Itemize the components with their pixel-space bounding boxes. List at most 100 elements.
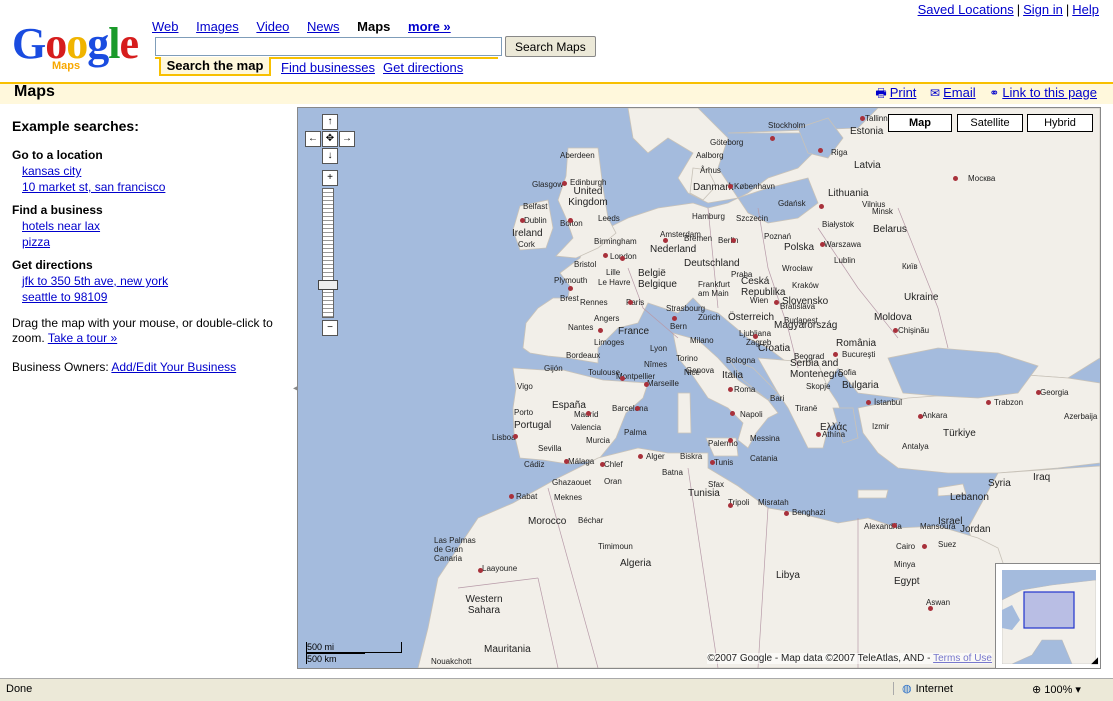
- map-scale: 500 mi 500 km: [306, 642, 402, 664]
- add-edit-business-link[interactable]: Add/Edit Your Business: [111, 360, 236, 374]
- help-link[interactable]: Help: [1072, 2, 1099, 17]
- chain-link-icon[interactable]: ⚭: [989, 86, 999, 100]
- nav-news[interactable]: News: [307, 19, 340, 34]
- sidebar-heading: Example searches:: [12, 118, 139, 134]
- saved-locations-link[interactable]: Saved Locations: [918, 2, 1014, 17]
- map-city: Biskra: [680, 452, 703, 461]
- nav-web[interactable]: Web: [152, 19, 179, 34]
- map-city: Belfast: [523, 202, 548, 211]
- pan-right-arrow-icon[interactable]: →: [339, 131, 355, 147]
- map-city: Izmir: [872, 422, 890, 431]
- overview-map-view[interactable]: [1002, 570, 1096, 664]
- city-dot: [728, 184, 733, 189]
- city-dot: [820, 242, 825, 247]
- map-city: Bordeaux: [566, 351, 601, 360]
- print-link[interactable]: Print: [890, 85, 917, 100]
- sign-in-link[interactable]: Sign in: [1023, 2, 1063, 17]
- envelope-icon[interactable]: ✉: [930, 86, 940, 100]
- map-city: Laayoune: [482, 564, 518, 573]
- city-dot: [866, 400, 871, 405]
- map-type-map-button[interactable]: Map: [888, 114, 952, 132]
- map-city: Mansoura: [920, 522, 956, 531]
- pan-center-icon[interactable]: ✥: [322, 131, 338, 147]
- example-link-market-st[interactable]: 10 market st, san francisco: [22, 180, 282, 194]
- overview-map[interactable]: ◢: [995, 563, 1100, 668]
- map-city: Vigo: [517, 382, 533, 391]
- city-dot: [728, 503, 733, 508]
- map-city: Catania: [750, 454, 778, 463]
- printer-icon[interactable]: 🖶: [875, 84, 886, 105]
- email-link[interactable]: Email: [943, 85, 976, 100]
- map-label: Österreich: [728, 312, 775, 323]
- zoom-out-button[interactable]: −: [322, 320, 338, 336]
- section-title-directions: Get directions: [12, 258, 93, 272]
- take-a-tour-link[interactable]: Take a tour »: [48, 331, 117, 345]
- map-city: Brest: [560, 294, 579, 303]
- map-type-hybrid-button[interactable]: Hybrid: [1027, 114, 1093, 132]
- map-label: Ukraine: [904, 292, 939, 303]
- zoom-slider-track[interactable]: [322, 188, 334, 318]
- example-link-hotels[interactable]: hotels near lax: [22, 219, 282, 233]
- zoom-slider-thumb[interactable]: [318, 280, 338, 290]
- city-dot: [564, 459, 569, 464]
- map-city: Oran: [604, 477, 622, 486]
- map-city: Cairo: [896, 542, 916, 551]
- example-link-pizza[interactable]: pizza: [22, 235, 282, 249]
- city-dot: [860, 116, 865, 121]
- city-dot: [568, 286, 573, 291]
- map-city: Bari: [770, 394, 785, 403]
- map-city: Limoges: [594, 338, 625, 347]
- google-maps-logo[interactable]: Google Maps: [12, 22, 142, 74]
- nav-more[interactable]: more »: [408, 19, 451, 34]
- pan-up-arrow-icon[interactable]: ↑: [322, 114, 338, 130]
- map-city: Nîmes: [644, 360, 668, 369]
- search-maps-button[interactable]: Search Maps: [505, 36, 596, 57]
- city-dot: [819, 204, 824, 209]
- tab-search-the-map[interactable]: Search the map: [159, 57, 271, 76]
- browser-status-bar: Done ◍ Internet ⊕ 100% ▾: [0, 678, 1113, 701]
- map-city: Sofia: [838, 368, 857, 377]
- map-type-satellite-button[interactable]: Satellite: [957, 114, 1023, 132]
- map-city: Aberdeen: [560, 151, 595, 160]
- zoom-in-button[interactable]: +: [322, 170, 338, 186]
- nav-images[interactable]: Images: [196, 19, 239, 34]
- map-city: Bucureşti: [842, 350, 876, 359]
- example-link-seattle[interactable]: seattle to 98109: [22, 290, 282, 304]
- map-city: Azerbaija: [1064, 412, 1098, 421]
- map-city: Torino: [676, 354, 698, 363]
- map-city: Tiranë: [795, 404, 818, 413]
- tab-find-businesses[interactable]: Find businesses: [281, 60, 375, 75]
- map-city: Valencia: [571, 423, 602, 432]
- map-city: Palma: [624, 428, 647, 437]
- map-city: Sfax: [708, 480, 725, 489]
- product-nav: Web Images Video News Maps more »: [152, 19, 465, 34]
- example-link-jfk[interactable]: jfk to 350 5th ave, new york: [22, 274, 282, 288]
- map-city: Aalborg: [696, 151, 724, 160]
- nav-video[interactable]: Video: [256, 19, 289, 34]
- city-dot: [509, 494, 514, 499]
- city-dot: [620, 256, 625, 261]
- search-input[interactable]: [155, 37, 502, 56]
- map-label: Moldova: [874, 312, 912, 323]
- terms-of-use-link[interactable]: Terms of Use: [933, 653, 992, 664]
- map-label: France: [618, 326, 650, 337]
- city-dot: [672, 316, 677, 321]
- pan-left-arrow-icon[interactable]: ←: [305, 131, 321, 147]
- link-to-page-link[interactable]: Link to this page: [1002, 85, 1097, 100]
- map-canvas[interactable]: Map Satellite Hybrid ↑ ← ✥ → ↓ + − Eston…: [297, 107, 1101, 669]
- city-dot: [635, 406, 640, 411]
- city-dot: [986, 400, 991, 405]
- city-dot: [1036, 390, 1041, 395]
- overview-map-svg: [1002, 579, 1096, 664]
- map-city: Alger: [646, 452, 665, 461]
- pan-down-arrow-icon[interactable]: ↓: [322, 148, 338, 164]
- map-label: Egypt: [894, 576, 920, 587]
- example-link-kansas-city[interactable]: kansas city: [22, 164, 282, 178]
- overview-collapse-icon[interactable]: ◢: [1091, 655, 1098, 666]
- map-city: Hamburg: [692, 212, 725, 221]
- map-label: Libya: [776, 570, 800, 581]
- zoom-level[interactable]: ⊕ 100% ▾: [1032, 683, 1081, 696]
- map-label: Morocco: [528, 516, 567, 527]
- tab-get-directions[interactable]: Get directions: [383, 60, 463, 75]
- map-city: Strasbourg: [666, 304, 706, 313]
